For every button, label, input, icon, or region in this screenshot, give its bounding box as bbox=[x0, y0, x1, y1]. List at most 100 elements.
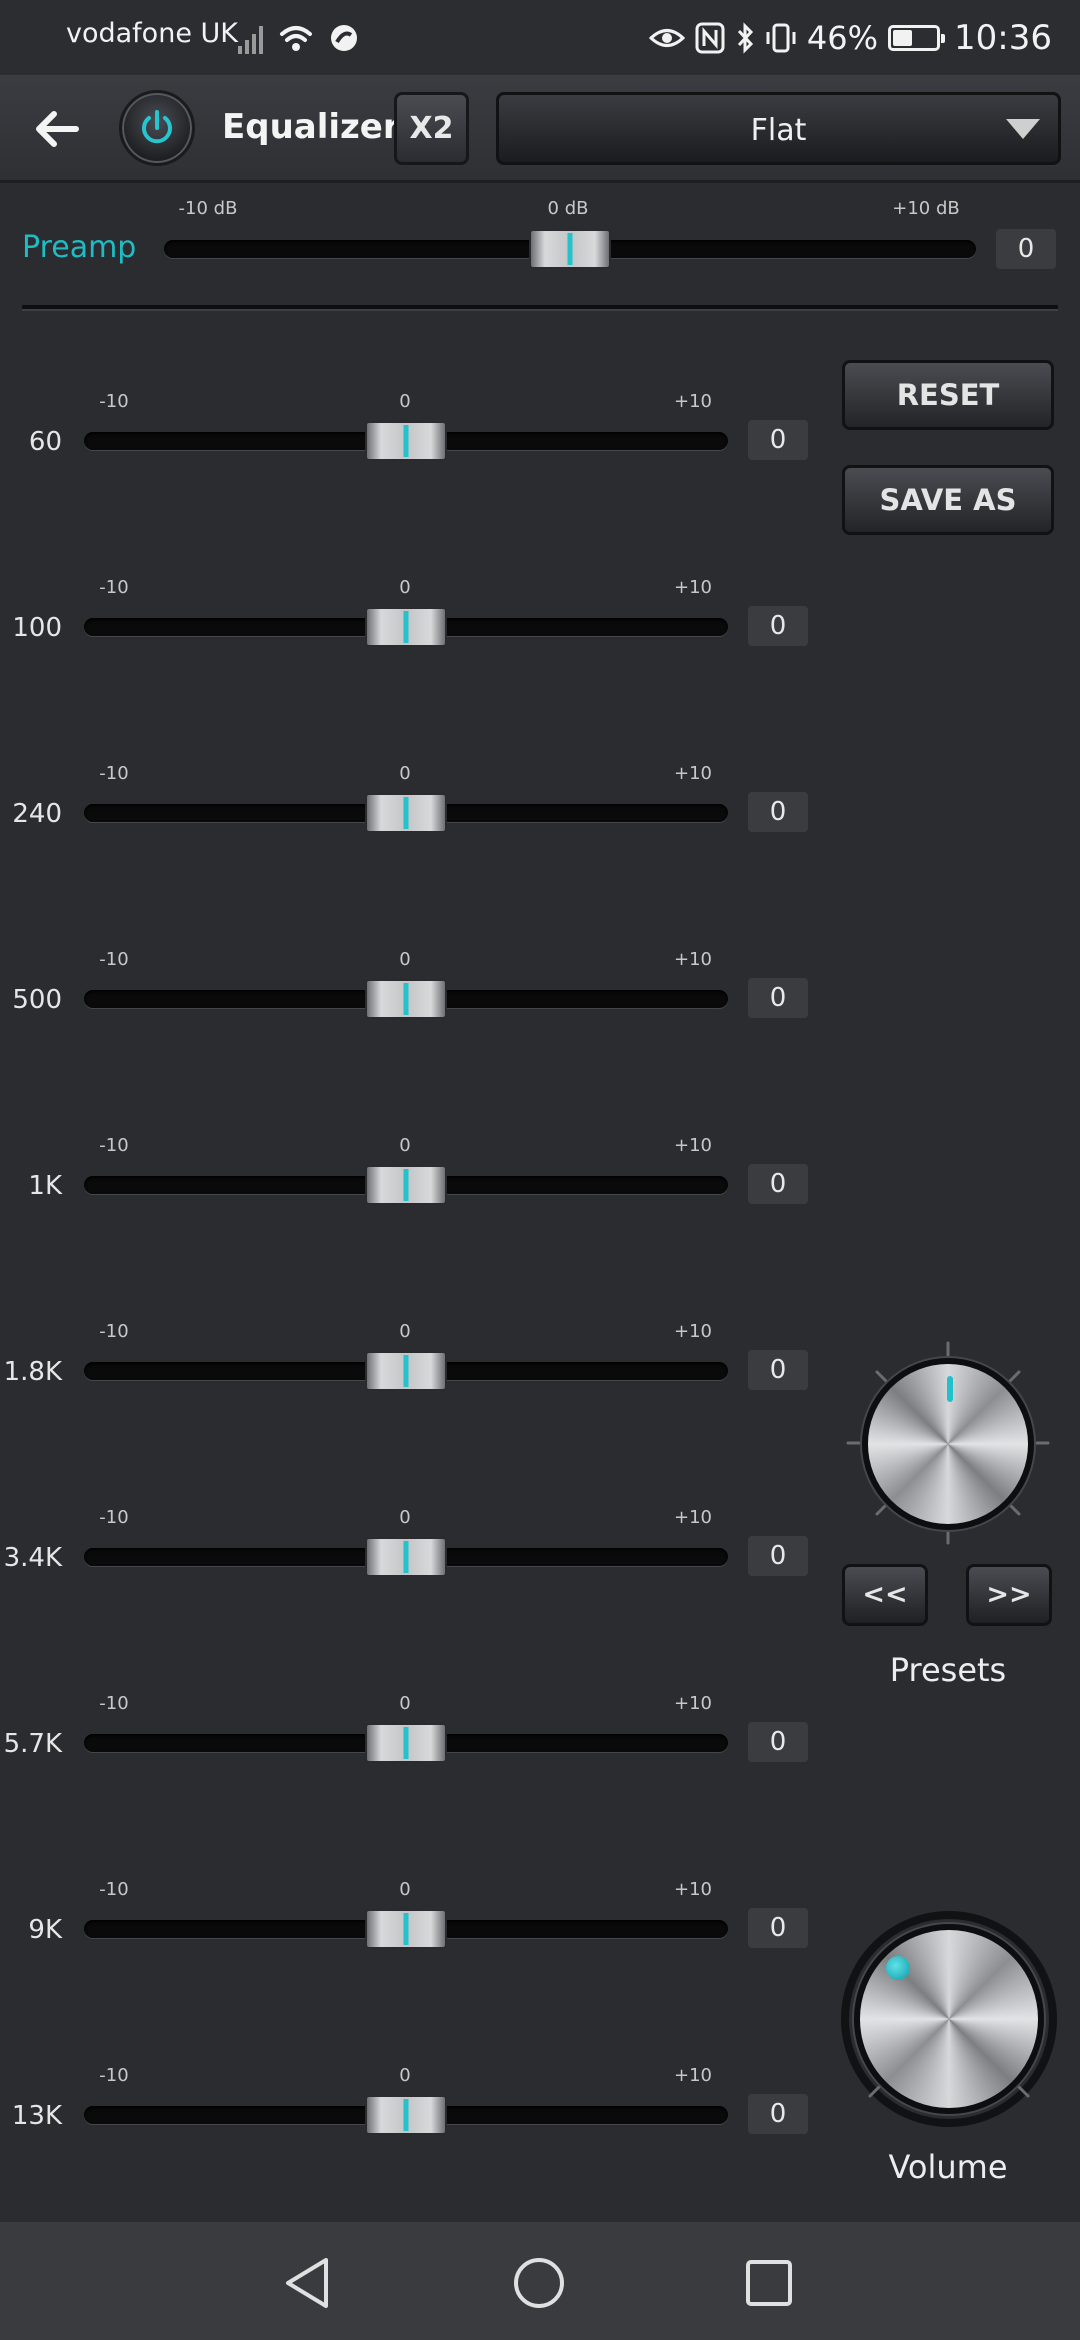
volume-label: Volume bbox=[888, 2148, 1008, 2186]
volume-knob-indicator bbox=[886, 1956, 910, 1980]
presets-knob[interactable] bbox=[862, 1358, 1034, 1530]
nav-recents-icon[interactable] bbox=[744, 2258, 794, 2308]
band-mid-label: 0 bbox=[399, 1135, 411, 1156]
preamp-label: Preamp bbox=[22, 230, 137, 265]
volume-knob[interactable] bbox=[854, 1924, 1044, 2114]
band-slider-thumb[interactable] bbox=[365, 421, 447, 461]
bluetooth-icon bbox=[737, 22, 753, 54]
battery-percent: 46% bbox=[806, 19, 879, 57]
band-freq-label: 13K bbox=[11, 2101, 62, 2131]
preamp-mid-label: 0 dB bbox=[547, 198, 589, 219]
band-freq-label: 60 bbox=[28, 427, 62, 457]
band-mid-label: 0 bbox=[399, 763, 411, 784]
band-min-label: -10 bbox=[99, 949, 129, 970]
status-bar: vodafone UK 46% 10:36 bbox=[0, 0, 1080, 75]
band-max-label: +10 bbox=[674, 391, 712, 412]
dropdown-caret-icon bbox=[1006, 119, 1040, 139]
band-min-label: -10 bbox=[99, 577, 129, 598]
eye-icon bbox=[648, 29, 685, 47]
band-min-label: -10 bbox=[99, 1321, 129, 1342]
band-value: 0 bbox=[748, 792, 808, 832]
band-freq-label: 1.8K bbox=[3, 1357, 62, 1387]
band-mid-label: 0 bbox=[399, 2065, 411, 2086]
band-slider-thumb[interactable] bbox=[365, 1909, 447, 1949]
band-value: 0 bbox=[748, 1722, 808, 1762]
nfc-icon bbox=[695, 22, 725, 54]
battery-icon bbox=[888, 25, 946, 51]
band-value: 0 bbox=[748, 606, 808, 646]
band-max-label: +10 bbox=[674, 763, 712, 784]
navigation-bar bbox=[0, 2222, 1080, 2340]
status-right: 46% 10:36 bbox=[648, 14, 1052, 62]
presets-label: Presets bbox=[889, 1651, 1007, 1689]
back-arrow-icon[interactable] bbox=[26, 99, 90, 159]
band-value: 0 bbox=[748, 978, 808, 1018]
band-slider-thumb[interactable] bbox=[365, 979, 447, 1019]
vibrate-icon bbox=[766, 23, 796, 53]
band-slider-thumb[interactable] bbox=[365, 607, 447, 647]
preset-dropdown[interactable]: Flat bbox=[496, 92, 1061, 165]
band-slider-thumb[interactable] bbox=[365, 1351, 447, 1391]
divider bbox=[22, 305, 1058, 309]
band-min-label: -10 bbox=[99, 763, 129, 784]
x2-button[interactable]: X2 bbox=[394, 92, 469, 165]
presets-knob-indicator bbox=[947, 1376, 953, 1402]
band-max-label: +10 bbox=[674, 2065, 712, 2086]
band-max-label: +10 bbox=[674, 1135, 712, 1156]
nav-back-icon[interactable] bbox=[282, 2256, 332, 2310]
next-preset-button[interactable]: >> bbox=[966, 1564, 1052, 1626]
band-freq-label: 500 bbox=[12, 985, 62, 1015]
preamp-value: 0 bbox=[996, 229, 1056, 269]
band-max-label: +10 bbox=[674, 1321, 712, 1342]
band-max-label: +10 bbox=[674, 1879, 712, 1900]
band-mid-label: 0 bbox=[399, 1321, 411, 1342]
band-max-label: +10 bbox=[674, 1693, 712, 1714]
page-title: Equalizer bbox=[222, 107, 400, 147]
band-freq-label: 3.4K bbox=[3, 1543, 62, 1573]
band-freq-label: 100 bbox=[12, 613, 62, 643]
band-value: 0 bbox=[748, 1536, 808, 1576]
band-mid-label: 0 bbox=[399, 949, 411, 970]
band-slider-thumb[interactable] bbox=[365, 2095, 447, 2135]
band-mid-label: 0 bbox=[399, 1507, 411, 1528]
band-max-label: +10 bbox=[674, 1507, 712, 1528]
band-slider-thumb[interactable] bbox=[365, 1723, 447, 1763]
band-freq-label: 240 bbox=[12, 799, 62, 829]
band-freq-label: 1K bbox=[28, 1171, 62, 1201]
nav-home-icon[interactable] bbox=[512, 2256, 566, 2310]
band-mid-label: 0 bbox=[399, 391, 411, 412]
band-slider-thumb[interactable] bbox=[365, 793, 447, 833]
band-min-label: -10 bbox=[99, 2065, 129, 2086]
reset-button[interactable]: RESET bbox=[842, 360, 1054, 430]
band-min-label: -10 bbox=[99, 1135, 129, 1156]
save-as-button[interactable]: SAVE AS bbox=[842, 465, 1054, 535]
band-min-label: -10 bbox=[99, 391, 129, 412]
power-button[interactable] bbox=[119, 90, 195, 166]
band-value: 0 bbox=[748, 2094, 808, 2134]
band-value: 0 bbox=[748, 420, 808, 460]
carrier-name: vodafone UK bbox=[66, 18, 238, 49]
band-value: 0 bbox=[748, 1164, 808, 1204]
band-mid-label: 0 bbox=[399, 1879, 411, 1900]
band-max-label: +10 bbox=[674, 577, 712, 598]
band-slider-thumb[interactable] bbox=[365, 1165, 447, 1205]
battery-fill bbox=[893, 30, 913, 46]
previous-preset-button[interactable]: << bbox=[842, 1564, 928, 1626]
band-freq-label: 5.7K bbox=[3, 1729, 62, 1759]
preamp-slider-thumb[interactable] bbox=[529, 229, 611, 269]
app-header: Equalizer X2 Flat bbox=[0, 75, 1080, 183]
band-min-label: -10 bbox=[99, 1693, 129, 1714]
band-freq-label: 9K bbox=[28, 1915, 62, 1945]
band-max-label: +10 bbox=[674, 949, 712, 970]
band-value: 0 bbox=[748, 1908, 808, 1948]
signal-wifi-icons bbox=[238, 25, 357, 54]
band-mid-label: 0 bbox=[399, 1693, 411, 1714]
preset-dropdown-value: Flat bbox=[750, 113, 807, 148]
band-mid-label: 0 bbox=[399, 577, 411, 598]
band-slider-thumb[interactable] bbox=[365, 1537, 447, 1577]
power-icon bbox=[142, 110, 172, 144]
preamp-max-label: +10 dB bbox=[892, 198, 960, 219]
band-min-label: -10 bbox=[99, 1507, 129, 1528]
band-min-label: -10 bbox=[99, 1879, 129, 1900]
band-value: 0 bbox=[748, 1350, 808, 1390]
